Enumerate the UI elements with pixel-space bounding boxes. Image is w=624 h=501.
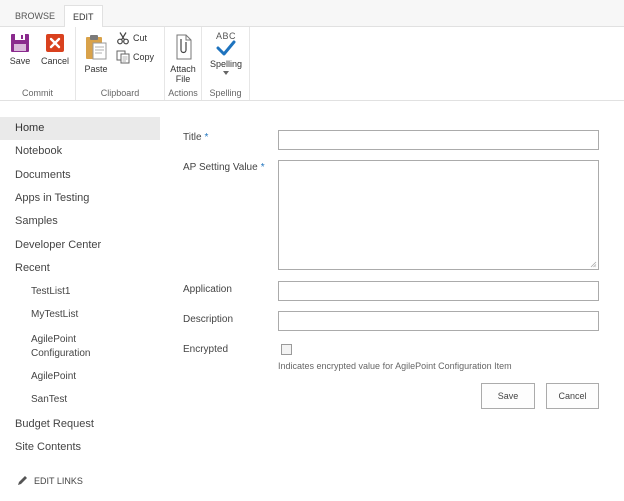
encrypted-checkbox[interactable] (281, 344, 292, 355)
attach-file-label-line1: Attach (170, 64, 196, 74)
scissors-icon (117, 32, 129, 45)
nav-item-apps-in-testing[interactable]: Apps in Testing (15, 192, 89, 204)
required-marker: * (204, 132, 209, 143)
encrypted-label: Encrypted (183, 344, 229, 355)
save-icon (11, 34, 29, 52)
copy-button[interactable]: Copy (116, 50, 154, 64)
checkmark-icon (216, 40, 236, 56)
application-input[interactable] (278, 281, 599, 301)
copy-label: Copy (133, 52, 155, 62)
nav-item-samples[interactable]: Samples (15, 215, 58, 227)
application-label: Application (183, 284, 232, 295)
paste-button[interactable]: Paste (83, 33, 109, 74)
title-label-text: Title (183, 132, 202, 143)
spelling-label: Spelling (209, 59, 243, 69)
cut-button[interactable]: Cut (116, 31, 147, 45)
nav-item-developer-center[interactable]: Developer Center (15, 239, 101, 251)
cancel-ribbon-label: Cancel (40, 56, 69, 66)
tab-edit[interactable]: EDIT (64, 5, 103, 28)
cancel-ribbon-button[interactable]: Cancel (39, 33, 71, 66)
ap-setting-value-label: AP Setting Value * (183, 162, 265, 173)
nav-item-home-label: Home (15, 122, 45, 134)
ap-setting-value-label-text: AP Setting Value (183, 162, 258, 173)
nav-subitem-testlist1[interactable]: TestList1 (31, 286, 70, 297)
cancel-button[interactable]: Cancel (546, 383, 599, 409)
cancel-icon (46, 34, 64, 52)
paste-icon (86, 35, 107, 60)
required-marker: * (260, 162, 265, 173)
nav-item-recent[interactable]: Recent (15, 262, 50, 274)
nav-subitem-agilepoint-configuration-line2: Configuration (31, 348, 91, 359)
nav-subitem-agilepoint[interactable]: AgilePoint (31, 371, 76, 382)
chevron-down-icon (223, 71, 229, 75)
title-label: Title * (183, 132, 208, 143)
paperclip-icon (176, 34, 192, 60)
spelling-button[interactable]: ABC Spelling (207, 31, 245, 78)
save-button[interactable]: Save (481, 383, 535, 409)
ribbon: Save Cancel Commit Paste Cut Copy Clipbo… (0, 27, 624, 101)
nav-subitem-santest[interactable]: SanTest (31, 394, 67, 405)
title-input[interactable] (278, 130, 599, 150)
nav-item-documents[interactable]: Documents (15, 169, 71, 181)
edit-links-label: EDIT LINKS (34, 475, 83, 486)
save-ribbon-label: Save (9, 56, 31, 66)
tab-browse[interactable]: BROWSE (7, 5, 63, 27)
attach-file-label-line2: File (175, 74, 191, 84)
nav-subitem-agilepoint-configuration-line1: AgilePoint (31, 334, 77, 345)
nav-item-site-contents[interactable]: Site Contents (15, 441, 81, 453)
ribbon-group-label-spelling: Spelling (209, 88, 242, 98)
encrypted-hint: Indicates encrypted value for AgilePoint… (278, 361, 512, 371)
ribbon-group-spelling: ABC Spelling Spelling (202, 27, 250, 100)
ribbon-group-actions: Attach File Actions (165, 27, 202, 100)
ribbon-group-clipboard: Paste Cut Copy Clipboard (76, 27, 165, 100)
save-ribbon-button[interactable]: Save (8, 33, 32, 66)
ribbon-group-label-clipboard: Clipboard (100, 88, 140, 98)
pencil-icon (18, 476, 27, 485)
nav-subitem-agilepoint-configuration[interactable]: AgilePoint Configuration (31, 333, 90, 361)
edit-links-link[interactable]: EDIT LINKS (17, 475, 83, 486)
attach-file-button[interactable]: Attach File (167, 33, 199, 84)
resize-grip-icon[interactable] (590, 261, 597, 268)
cut-label: Cut (133, 33, 148, 43)
description-input[interactable] (278, 311, 599, 331)
abc-text: ABC (215, 31, 236, 41)
copy-icon (116, 50, 130, 64)
nav-item-notebook[interactable]: Notebook (15, 145, 62, 157)
description-label: Description (183, 314, 234, 325)
nav-item-home[interactable]: Home (0, 117, 160, 140)
nav-item-budget-request[interactable]: Budget Request (15, 418, 94, 430)
ap-setting-value-textarea[interactable] (278, 160, 599, 270)
ribbon-tab-bar: BROWSE EDIT (0, 0, 624, 28)
ribbon-group-commit: Save Cancel Commit (0, 27, 76, 100)
nav-subitem-mytestlist[interactable]: MyTestList (31, 309, 78, 320)
ribbon-group-label-commit: Commit (22, 88, 53, 98)
ribbon-group-label-actions: Actions (168, 88, 198, 98)
paste-label: Paste (84, 64, 108, 74)
